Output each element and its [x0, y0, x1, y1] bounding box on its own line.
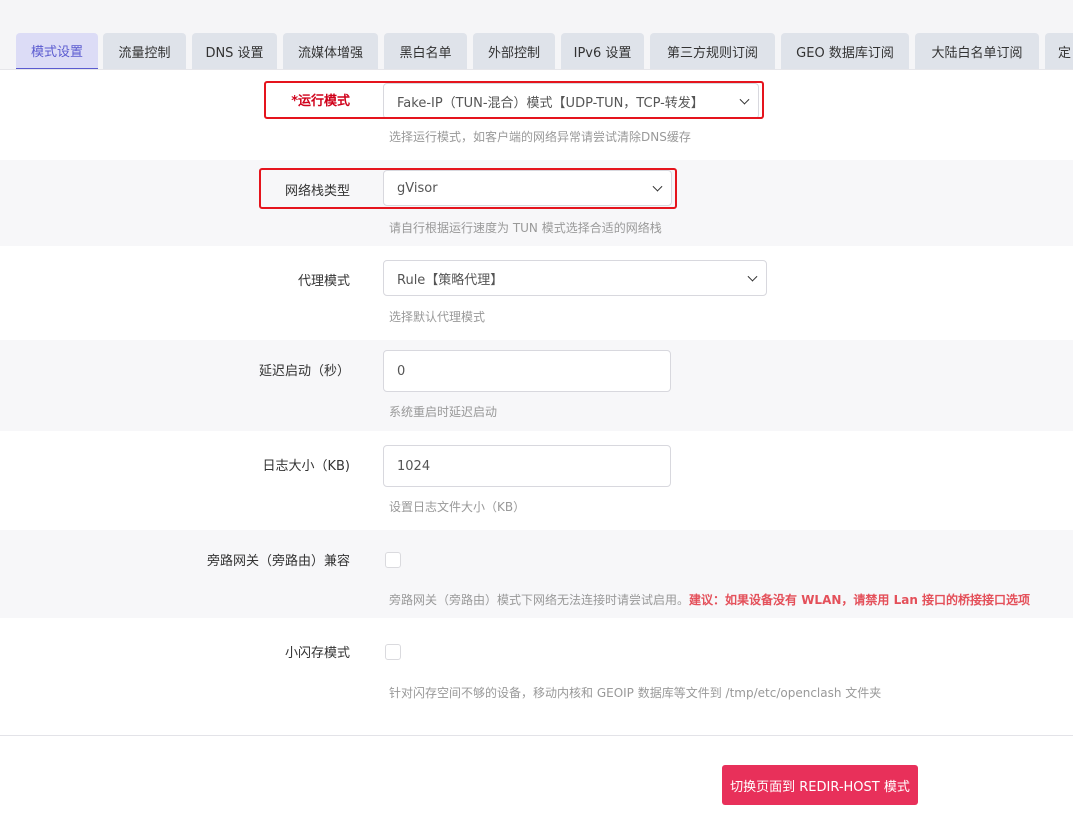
tab-traffic-control[interactable]: 流量控制 [103, 33, 186, 69]
tab-ipv6-settings[interactable]: IPv6 设置 [561, 33, 644, 69]
highlight-box-stack-type [259, 168, 677, 209]
stack-type-hint: 请自行根据运行速度为 TUN 模式选择合适的网络栈 [389, 221, 662, 235]
bypass-gateway-hint-text: 旁路网关（旁路由）模式下网络无法连接时请尝试启用。 [389, 593, 690, 607]
tab-black-white-list[interactable]: 黑白名单 [384, 33, 467, 69]
proxy-mode-label: 代理模式 [297, 274, 350, 289]
tab-mode-settings[interactable]: 模式设置 [16, 33, 98, 69]
divider [0, 735, 1073, 736]
small-flash-hint: 针对闪存空间不够的设备，移动内核和 GEOIP 数据库等文件到 /tmp/etc… [389, 686, 882, 700]
bypass-gateway-hint: 旁路网关（旁路由）模式下网络无法连接时请尝试启用。建议：如果设备没有 WLAN，… [389, 591, 1030, 608]
proxy-mode-hint: 选择默认代理模式 [389, 310, 486, 324]
log-size-row: 日志大小（KB) 1024 设置日志文件大小（KB） [0, 431, 1073, 530]
run-mode-hint: 选择运行模式，如客户端的网络异常请尝试清除DNS缓存 [389, 130, 691, 144]
small-flash-row: 小闪存模式 针对闪存空间不够的设备，移动内核和 GEOIP 数据库等文件到 /t… [0, 618, 1073, 735]
delay-start-input[interactable]: 0 [383, 350, 671, 392]
small-flash-checkbox[interactable] [385, 644, 401, 660]
bypass-gateway-warning: 建议：如果设备没有 WLAN，请禁用 Lan 接口的桥接接口选项 [689, 593, 1031, 607]
tab-streaming[interactable]: 流媒体增强 [283, 33, 378, 69]
proxy-mode-row: 代理模式 Rule【策略代理】 选择默认代理模式 [0, 246, 1073, 340]
tab-dns-settings[interactable]: DNS 设置 [192, 33, 277, 69]
delay-start-hint: 系统重启时延迟启动 [389, 405, 498, 419]
proxy-mode-value: Rule【策略代理】 [397, 272, 504, 288]
chevron-down-icon [747, 271, 758, 282]
log-size-label: 日志大小（KB) [262, 459, 350, 474]
proxy-mode-select[interactable]: Rule【策略代理】 [383, 260, 767, 296]
delay-start-label: 延迟启动（秒） [258, 364, 350, 379]
highlight-box-run-mode [264, 81, 764, 119]
tab-truncated[interactable]: 定 [1045, 33, 1073, 69]
bypass-gateway-checkbox[interactable] [385, 552, 401, 568]
tab-external-control[interactable]: 外部控制 [473, 33, 555, 69]
switch-redir-host-button[interactable]: 切换页面到 REDIR-HOST 模式 [722, 765, 918, 805]
tab-china-whitelist[interactable]: 大陆白名单订阅 [915, 33, 1039, 69]
log-size-hint: 设置日志文件大小（KB） [389, 500, 526, 514]
small-flash-label: 小闪存模式 [284, 646, 350, 661]
top-bar [0, 0, 1073, 24]
log-size-input[interactable]: 1024 [383, 445, 671, 487]
tab-third-party-rules[interactable]: 第三方规则订阅 [650, 33, 775, 69]
delay-start-row: 延迟启动（秒） 0 系统重启时延迟启动 [0, 340, 1073, 431]
tab-bar: 模式设置 流量控制 DNS 设置 流媒体增强 黑白名单 外部控制 IPv6 设置… [0, 24, 1073, 70]
bypass-gateway-row: 旁路网关（旁路由）兼容 旁路网关（旁路由）模式下网络无法连接时请尝试启用。建议：… [0, 530, 1073, 618]
bypass-gateway-label: 旁路网关（旁路由）兼容 [206, 554, 350, 569]
tab-geo-database[interactable]: GEO 数据库订阅 [781, 33, 909, 69]
